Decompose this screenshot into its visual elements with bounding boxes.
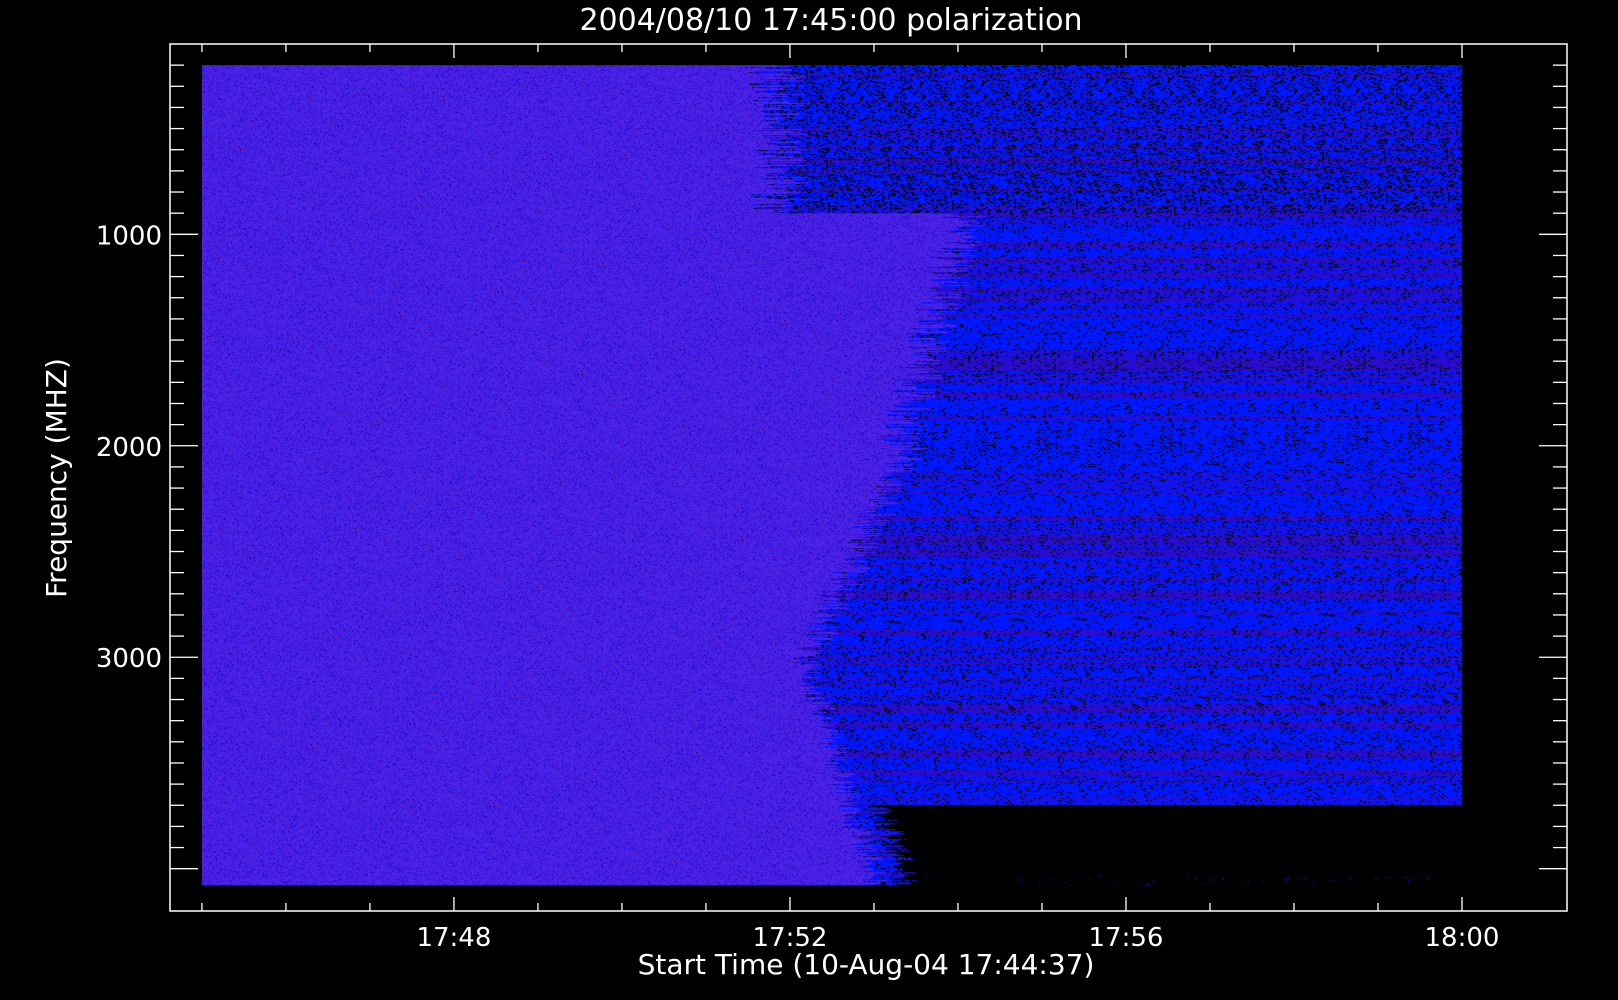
chart-title: 2004/08/10 17:45:00 polarization <box>579 3 1082 38</box>
spectrogram-chart: 2004/08/10 17:45:00 polarization 17:48 17… <box>0 0 1618 1000</box>
y-tick-label: 1000 <box>96 221 162 251</box>
spectrogram-image <box>201 65 1462 886</box>
y-tick-label: 2000 <box>96 433 162 463</box>
x-axis-label: Start Time (10-Aug-04 17:44:37) <box>638 948 1095 981</box>
y-tick-label: 3000 <box>96 644 162 674</box>
x-tick-label: 18:00 <box>1425 923 1500 953</box>
x-tick-label: 17:48 <box>416 923 491 953</box>
spectrogram-raster <box>201 65 1462 886</box>
x-tick-label: 17:56 <box>1089 923 1164 953</box>
y-axis-label: Frequency (MHZ) <box>40 358 73 598</box>
